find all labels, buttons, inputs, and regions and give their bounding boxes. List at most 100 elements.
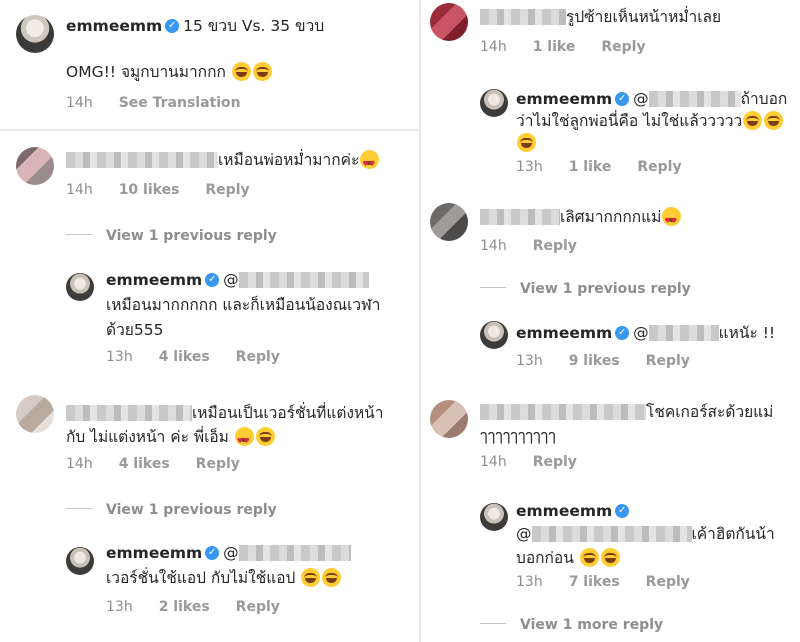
blurred-username[interactable] [66,151,218,168]
mention[interactable]: @ [516,525,532,543]
verified-badge-icon: ✓ [615,325,630,340]
avatar[interactable] [16,15,54,53]
heart-eyes-emoji-icon [360,149,380,176]
heart-eyes-emoji-icon [234,426,254,453]
comment-text: เหมือนมากกกกก และก็เหมือนน้องณเวฬา [106,296,381,314]
reply-button[interactable]: Reply [533,454,577,470]
right-column: รูปซ้ายเห็นหน้าหม่ำเลย 14h 1 like Reply em… [421,0,800,642]
likes-count[interactable]: 1 like [569,159,612,175]
username[interactable]: emmeemm [516,324,612,342]
comment-item: โชคเกอร์สะด้วยแม่ ๅๅๅๅๅๅๅๅๅๅ 14h Reply em… [421,390,800,640]
avatar[interactable] [16,147,54,185]
comment-text: รูปซ้ายเห็นหน้าหม่ำเลย [566,8,722,26]
comment-text: ๅๅๅๅๅๅๅๅๅๅ [480,427,556,445]
verified-badge-icon: ✓ [165,18,180,33]
avatar[interactable] [430,400,468,438]
caption-text: OMG!! จมูกบานมากกก [66,63,226,81]
comment-text: ว่าไม่ใช่ลูกพ่อนี่คือ ไม่ใช่แล้ววววว [516,112,743,130]
likes-count[interactable]: 4 likes [159,349,210,365]
comment-text: แหนัะ !! [718,324,776,342]
likes-count[interactable]: 9 likes [569,353,620,369]
comment-text: ด้วย555 [106,321,164,339]
username[interactable]: emmeemm [106,271,202,289]
left-column: emmeemm ✓ 15 ขวบ Vs. 35 ขวบ OMG!! จมูกบานม… [0,0,419,642]
reply-button[interactable]: Reply [236,349,280,365]
verified-badge-icon: ✓ [615,91,630,106]
view-replies-button[interactable]: View 1 previous reply [66,501,277,519]
blurred-username[interactable] [480,8,566,25]
reply-button[interactable]: Reply [533,238,577,254]
view-replies-button[interactable]: View 1 previous reply [66,227,277,245]
comment-item: เหมือนพ่อหม่ำมากค่ะ 14h 10 likes Reply Vie… [0,131,419,371]
avatar[interactable] [480,89,508,117]
likes-count[interactable]: 4 likes [119,456,170,472]
reply-button[interactable]: Reply [205,182,249,198]
blurred-username[interactable] [480,208,560,225]
username[interactable]: emmeemm [106,544,202,562]
timestamp: 14h [480,39,507,55]
laughing-emoji-icon [600,547,620,567]
blurred-username[interactable] [480,403,646,420]
comment-text: เลิศมากกกกแม่ [560,208,662,226]
timestamp: 14h [66,456,93,472]
comment-text: กับ ไม่แต่งหน้า ค่ะ พี่เอ็ม [66,428,229,446]
mention[interactable]: @ [223,271,239,289]
reply-button[interactable]: Reply [196,456,240,472]
laughing-emoji-icon [764,110,784,130]
comment-text: ถ้าบอก [740,90,788,108]
timestamp: 14h [480,238,507,254]
view-more-replies-button[interactable]: View 1 more reply [480,616,663,634]
avatar[interactable] [430,3,468,41]
timestamp: 14h [480,454,507,470]
timestamp: 13h [516,159,543,175]
comment-text: โชคเกอร์สะด้วยแม่ [646,403,774,421]
laughing-emoji-icon [255,426,275,446]
likes-count[interactable]: 10 likes [119,182,180,198]
likes-count[interactable]: 1 like [533,39,576,55]
reply-button[interactable]: Reply [236,599,280,615]
laughing-emoji-icon [517,132,536,152]
username[interactable]: emmeemm [66,17,162,35]
laughing-emoji-icon [252,61,272,81]
reply-button[interactable]: Reply [646,574,690,590]
username[interactable]: emmeemm [516,502,612,520]
comment-item: รูปซ้ายเห็นหน้าหม่ำเลย 14h 1 like Reply em… [421,0,800,190]
avatar[interactable] [66,547,94,575]
view-replies-button[interactable]: View 1 previous reply [480,280,691,298]
verified-badge-icon: ✓ [615,503,630,518]
comment-text: เวอร์ชั่นใช้แอป กับไม่ใช้แอป [106,569,296,587]
avatar[interactable] [430,203,468,241]
avatar[interactable] [16,395,54,433]
mention[interactable]: @ [633,90,649,108]
likes-count[interactable]: 2 likes [159,599,210,615]
timestamp: 13h [516,574,543,590]
comment-item: เลิศมากกกกแม่ 14h Reply View 1 previous r… [421,195,800,380]
reply-button[interactable]: Reply [646,353,690,369]
username[interactable]: emmeemm [516,90,612,108]
blurred-mention[interactable] [238,271,369,288]
avatar[interactable] [480,321,508,349]
comment-text: เหมือนพ่อหม่ำมากค่ะ [218,151,360,169]
avatar[interactable] [480,503,508,531]
blurred-username[interactable] [66,404,192,421]
verified-badge-icon: ✓ [205,545,220,560]
laughing-emoji-icon [743,110,763,130]
reply-button[interactable]: Reply [637,159,681,175]
avatar[interactable] [66,273,94,301]
blurred-mention[interactable] [531,525,692,542]
heart-eyes-emoji-icon [662,206,682,233]
timestamp: 13h [516,353,543,369]
mention[interactable]: @ [633,324,649,342]
mention[interactable]: @ [223,544,239,562]
see-translation-link[interactable]: See Translation [119,95,241,111]
comment-text: บอกก่อน [516,549,574,567]
likes-count[interactable]: 7 likes [569,574,620,590]
blurred-mention[interactable] [238,544,351,561]
comment-text: เค้าฮิตกันน้า [691,525,775,543]
blurred-mention[interactable] [648,90,741,107]
reply-button[interactable]: Reply [601,39,645,55]
comment-item: เหมือนเป็นเวอร์ชั่นที่แต่งหน้า กับ ไม่แต… [0,385,419,635]
verified-badge-icon: ✓ [205,272,220,287]
blurred-mention[interactable] [648,324,719,341]
laughing-emoji-icon [579,547,599,567]
